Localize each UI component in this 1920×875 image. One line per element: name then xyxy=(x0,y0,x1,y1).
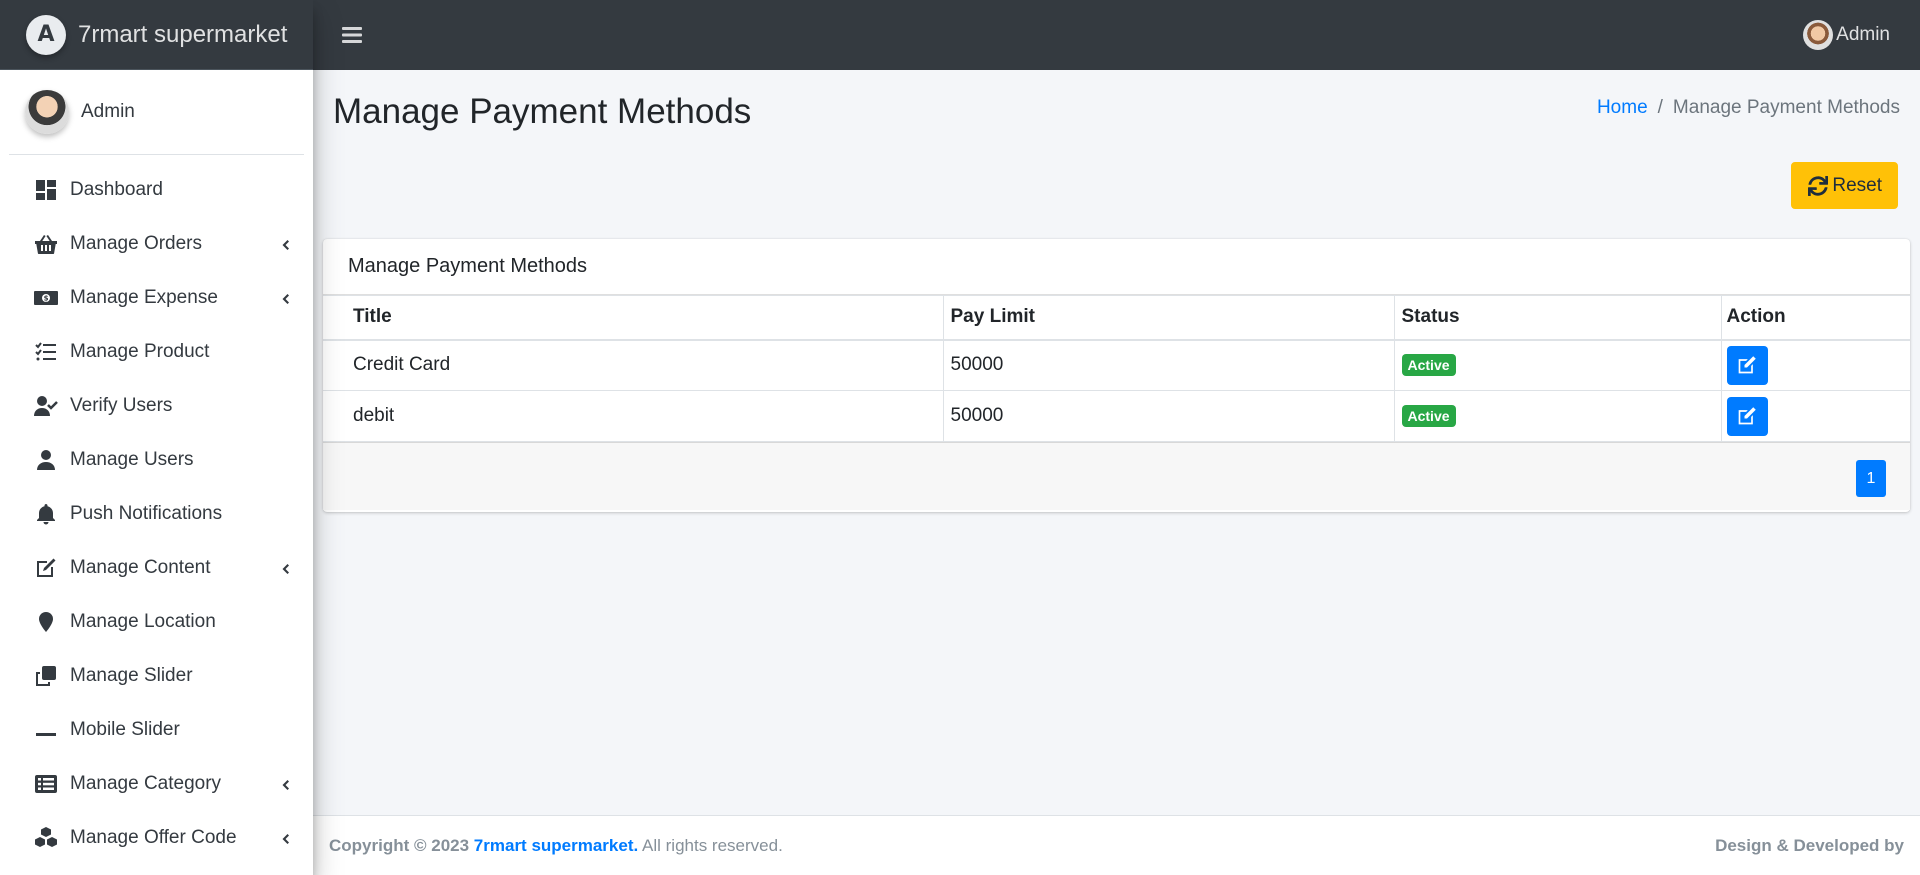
reset-button[interactable]: Reset xyxy=(1791,162,1898,209)
sidebar-item-dashboard[interactable]: Dashboard xyxy=(0,163,313,217)
footer-rights: All rights reserved. xyxy=(642,835,783,855)
clone-icon xyxy=(33,664,59,688)
basket-icon xyxy=(33,232,59,256)
sidebar-item-label: Manage Location xyxy=(70,611,216,632)
chevron-left-icon xyxy=(279,238,291,250)
sidebar-item-label: Manage Orders xyxy=(70,233,203,254)
sidebar-item-manage-orders[interactable]: Manage Orders xyxy=(0,217,313,271)
cubes-icon xyxy=(33,826,59,850)
sidebar-item-manage-expense[interactable]: $ Manage Expense xyxy=(0,271,313,325)
user-check-icon xyxy=(33,394,59,418)
reset-label: Reset xyxy=(1832,174,1882,196)
sidebar-item-label: Manage Content xyxy=(70,557,211,578)
minus-icon xyxy=(33,718,59,742)
sidebar-item-label: Manage Users xyxy=(70,449,194,470)
breadcrumb: Home / Manage Payment Methods xyxy=(1597,97,1900,119)
column-header-action: Action xyxy=(1720,295,1910,341)
brand-logo: A xyxy=(26,14,66,55)
sidebar-user-name: Admin xyxy=(81,101,135,122)
sidebar-item-verify-users[interactable]: Verify Users xyxy=(0,379,313,433)
cell-title: debit xyxy=(323,390,944,442)
sidebar-item-manage-users[interactable]: Manage Users xyxy=(0,433,313,487)
user-icon xyxy=(33,448,59,472)
table-header-row: Title Pay Limit Status Action xyxy=(323,295,1910,341)
footer: Copyright © 2023 7rmart supermarket. All… xyxy=(313,815,1920,875)
pagination-page-1[interactable]: 1 xyxy=(1856,460,1886,497)
table-row: debit 50000 Active xyxy=(323,390,1910,442)
payment-methods-table: Title Pay Limit Status Action Credit Car… xyxy=(323,295,1910,442)
dashboard-icon xyxy=(33,178,59,202)
breadcrumb-separator: / xyxy=(1657,97,1663,118)
card-footer: 1 xyxy=(323,442,1910,510)
list-alt-icon xyxy=(33,772,59,796)
user-avatar-icon xyxy=(1803,20,1834,50)
brand-link[interactable]: A 7rmart supermarket xyxy=(0,0,313,70)
sidebar-item-label: Manage Category xyxy=(70,773,222,794)
cell-status: Active xyxy=(1393,390,1722,442)
sidebar-item-label: Push Notifications xyxy=(70,503,223,524)
avatar xyxy=(25,90,69,134)
edit-icon xyxy=(1737,355,1757,375)
sidebar-item-label: Mobile Slider xyxy=(70,719,180,740)
payment-methods-card: Manage Payment Methods Title Pay Limit S… xyxy=(323,239,1910,512)
bell-icon xyxy=(33,502,59,526)
chevron-left-icon xyxy=(279,292,291,304)
breadcrumb-home-link[interactable]: Home xyxy=(1597,97,1648,119)
sidebar-item-manage-slider[interactable]: Manage Slider xyxy=(0,649,313,703)
topbar-user-name: Admin xyxy=(1836,24,1890,45)
sidebar-item-label: Verify Users xyxy=(70,395,173,416)
status-badge: Active xyxy=(1401,354,1456,377)
sidebar-item-mobile-slider[interactable]: Mobile Slider xyxy=(0,703,313,757)
sidebar-item-manage-category[interactable]: Manage Category xyxy=(0,757,313,811)
table-row: Credit Card 50000 Active xyxy=(323,339,1910,391)
sidebar-nav: Dashboard Manage Orders $ Manage Expense Man… xyxy=(0,155,313,865)
sidebar-item-manage-offer-code[interactable]: Manage Offer Code xyxy=(0,811,313,865)
chevron-left-icon xyxy=(279,562,291,574)
main-content: Manage Payment Methods Home / Manage Pay… xyxy=(313,70,1920,815)
sidebar-item-manage-product[interactable]: Manage Product xyxy=(0,325,313,379)
sidebar-item-label: Manage Product xyxy=(70,341,210,362)
column-header-pay-limit: Pay Limit xyxy=(942,295,1395,341)
sidebar-item-manage-location[interactable]: Manage Location xyxy=(0,595,313,649)
cell-title: Credit Card xyxy=(323,339,944,391)
column-header-title: Title xyxy=(323,295,944,341)
page-title: Manage Payment Methods xyxy=(333,92,752,131)
breadcrumb-current: Manage Payment Methods xyxy=(1672,97,1900,118)
edit-button[interactable] xyxy=(1726,345,1768,385)
cell-pay-limit: 50000 xyxy=(942,390,1395,442)
topbar: Admin xyxy=(313,0,1920,70)
edit-icon xyxy=(33,556,59,580)
edit-icon xyxy=(1737,406,1757,426)
cell-pay-limit: 50000 xyxy=(942,339,1395,391)
sidebar: A 7rmart supermarket Admin Dashboard Mana… xyxy=(0,0,313,875)
map-marker-icon xyxy=(33,610,59,634)
money-bill-icon: $ xyxy=(33,286,59,310)
sidebar-item-push-notifications[interactable]: Push Notifications xyxy=(0,487,313,541)
chevron-left-icon xyxy=(279,778,291,790)
svg-text:$: $ xyxy=(44,295,49,303)
tasks-icon xyxy=(33,340,59,364)
chevron-left-icon xyxy=(279,832,291,844)
sync-icon xyxy=(1808,175,1829,196)
sidebar-item-label: Manage Offer Code xyxy=(70,827,237,848)
sidebar-item-label: Dashboard xyxy=(70,179,163,200)
topbar-user-menu[interactable]: Admin xyxy=(1803,0,1890,70)
cell-action xyxy=(1720,339,1910,391)
menu-toggle-icon[interactable] xyxy=(342,23,366,47)
card-title: Manage Payment Methods xyxy=(323,239,1910,295)
edit-button[interactable] xyxy=(1726,396,1768,436)
copyright-text: Copyright © 2023 xyxy=(329,835,470,855)
sidebar-item-manage-content[interactable]: Manage Content xyxy=(0,541,313,595)
user-panel[interactable]: Admin xyxy=(9,70,304,155)
footer-company-link[interactable]: 7rmart supermarket. xyxy=(474,836,638,855)
column-header-status: Status xyxy=(1393,295,1722,341)
footer-credit: Design & Developed by xyxy=(1715,835,1904,855)
sidebar-item-label: Manage Expense xyxy=(70,287,218,308)
sidebar-item-label: Manage Slider xyxy=(70,665,193,686)
cell-status: Active xyxy=(1393,339,1722,391)
footer-copyright: Copyright © 2023 7rmart supermarket. All… xyxy=(329,836,783,856)
cell-action xyxy=(1720,390,1910,442)
brand-name: 7rmart supermarket xyxy=(78,20,288,48)
status-badge: Active xyxy=(1401,405,1456,427)
